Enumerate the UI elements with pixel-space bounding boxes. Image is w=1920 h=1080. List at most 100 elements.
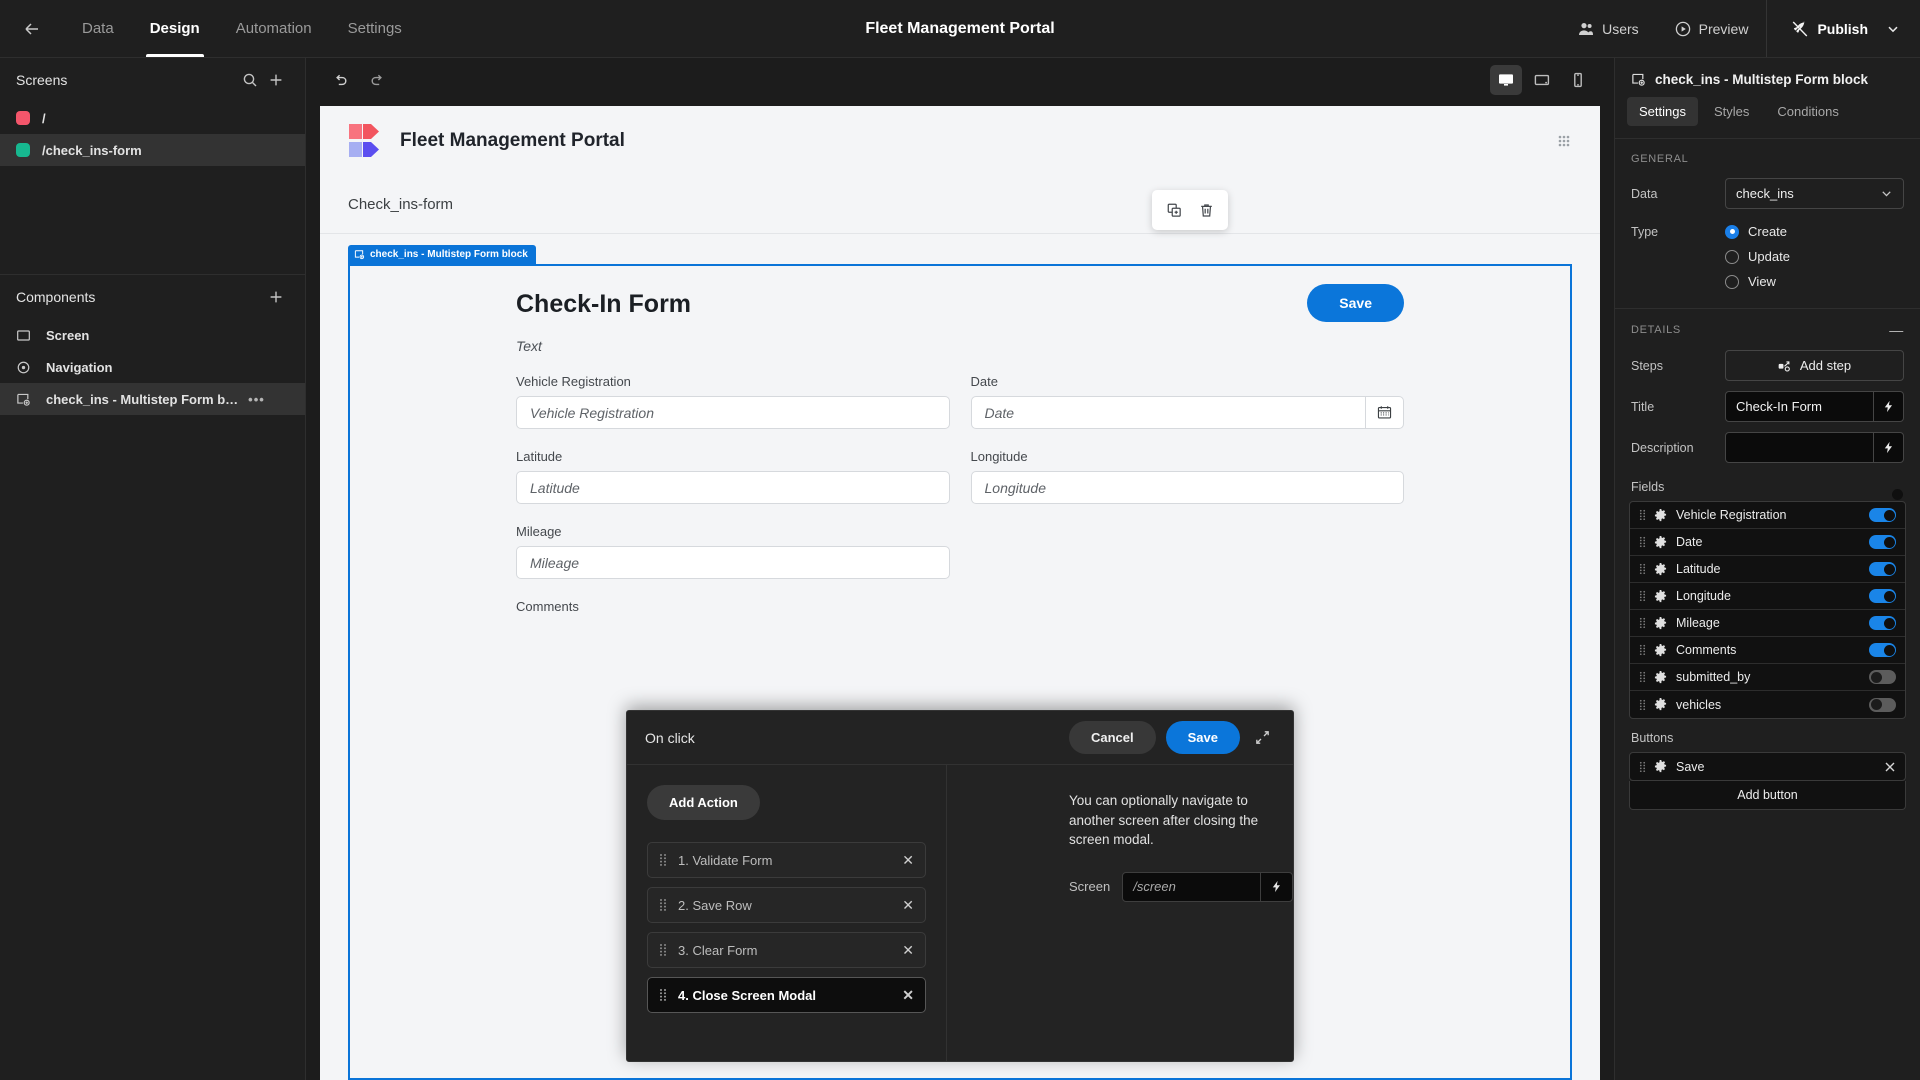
binding-bolt-icon[interactable] — [1873, 433, 1903, 462]
nav-tab-settings[interactable]: Settings — [330, 0, 420, 57]
field-toggle[interactable] — [1869, 697, 1896, 712]
drag-handle-icon[interactable] — [1639, 671, 1646, 683]
tablet-icon[interactable] — [1526, 65, 1558, 95]
drag-handle-icon[interactable] — [1639, 563, 1646, 575]
field-row-date[interactable]: Date — [1630, 529, 1905, 556]
button-row-save[interactable]: Save — [1630, 753, 1905, 780]
nav-tab-design[interactable]: Design — [132, 0, 218, 57]
longitude-input[interactable]: Longitude — [970, 471, 1404, 504]
gear-icon[interactable] — [1654, 670, 1667, 684]
radio-view[interactable] — [1725, 274, 1739, 289]
field-row-mileage[interactable]: Mileage — [1630, 610, 1905, 637]
field-toggle[interactable] — [1869, 589, 1896, 603]
drag-handle-icon[interactable] — [1639, 590, 1646, 602]
action-item-close-screen-modal[interactable]: 4. Close Screen Modal ✕ — [647, 977, 926, 1013]
add-screen-icon[interactable] — [263, 67, 289, 93]
description-field[interactable] — [1725, 432, 1904, 463]
expand-icon[interactable] — [1250, 729, 1275, 746]
delete-icon[interactable] — [1192, 196, 1220, 224]
data-source-select[interactable]: check_ins — [1725, 178, 1904, 209]
field-toggle[interactable] — [1869, 616, 1896, 630]
screen-item-check-ins-form[interactable]: /check_ins-form — [0, 134, 305, 166]
form-save-button[interactable]: Save — [1307, 284, 1404, 322]
field-row-longitude[interactable]: Longitude — [1630, 583, 1905, 610]
field-row-vehicle-registration[interactable]: Vehicle Registration — [1630, 502, 1905, 529]
users-button[interactable]: Users — [1560, 0, 1657, 57]
gear-icon[interactable] — [1654, 589, 1667, 603]
action-item-save-row[interactable]: 2. Save Row ✕ — [647, 887, 926, 923]
field-toggle[interactable] — [1869, 670, 1896, 684]
gear-icon[interactable] — [1654, 508, 1667, 522]
field-toggle[interactable] — [1869, 535, 1896, 549]
drag-handle-icon[interactable] — [659, 943, 667, 957]
mileage-input[interactable]: Mileage — [516, 546, 950, 579]
remove-action-icon[interactable]: ✕ — [902, 897, 914, 914]
calendar-icon[interactable] — [1365, 396, 1403, 429]
title-field[interactable]: Check-In Form — [1725, 391, 1904, 422]
preview-button[interactable]: Preview — [1657, 0, 1767, 57]
component-item-multistep-form-block[interactable]: check_ins - Multistep Form b… ••• — [0, 383, 305, 415]
radio-create[interactable] — [1725, 224, 1739, 239]
search-icon[interactable] — [237, 67, 263, 93]
radio-update[interactable] — [1725, 249, 1739, 264]
vehicle-registration-input[interactable]: Vehicle Registration — [516, 396, 950, 429]
desktop-icon[interactable] — [1490, 65, 1522, 95]
drag-grip-icon[interactable] — [1556, 133, 1572, 149]
gear-icon[interactable] — [1654, 760, 1667, 773]
gear-icon[interactable] — [1654, 535, 1667, 549]
nav-tab-automation[interactable]: Automation — [218, 0, 330, 57]
undo-icon[interactable] — [326, 65, 356, 95]
binding-bolt-icon[interactable] — [1873, 392, 1903, 421]
nav-tab-data[interactable]: Data — [64, 0, 132, 57]
drag-handle-icon[interactable] — [1639, 699, 1646, 711]
remove-action-icon[interactable]: ✕ — [902, 852, 914, 869]
redo-icon[interactable] — [362, 65, 392, 95]
screen-target-input[interactable]: /screen — [1122, 871, 1293, 902]
date-input[interactable]: Date — [970, 396, 1404, 429]
action-item-validate-form[interactable]: 1. Validate Form ✕ — [647, 842, 926, 878]
gear-icon[interactable] — [1654, 562, 1667, 576]
gear-icon[interactable] — [1654, 643, 1667, 657]
drag-handle-icon[interactable] — [1639, 644, 1646, 656]
screen-item-root[interactable]: / — [0, 102, 305, 134]
component-item-navigation[interactable]: Navigation — [0, 351, 305, 383]
back-button[interactable] — [0, 0, 64, 57]
add-component-icon[interactable] — [263, 284, 289, 310]
field-row-submitted-by[interactable]: submitted_by — [1630, 664, 1905, 691]
duplicate-icon[interactable] — [1160, 196, 1188, 224]
remove-action-icon[interactable]: ✕ — [902, 942, 914, 959]
add-action-button[interactable]: Add Action — [647, 785, 760, 820]
mobile-icon[interactable] — [1562, 65, 1594, 95]
drawer-save-button[interactable]: Save — [1165, 721, 1240, 754]
field-row-latitude[interactable]: Latitude — [1630, 556, 1905, 583]
add-button[interactable]: Add button — [1629, 781, 1906, 810]
tab-conditions[interactable]: Conditions — [1765, 97, 1850, 126]
field-row-vehicles[interactable]: vehicles — [1630, 691, 1905, 718]
drag-handle-icon[interactable] — [659, 853, 667, 867]
remove-button-icon[interactable] — [1884, 761, 1896, 773]
component-overflow-menu-icon[interactable]: ••• — [248, 392, 265, 407]
tab-settings[interactable]: Settings — [1627, 97, 1698, 126]
remove-action-icon[interactable]: ✕ — [902, 987, 914, 1004]
collapse-details-icon[interactable]: — — [1889, 323, 1904, 337]
selected-block-tag[interactable]: check_ins - Multistep Form block — [348, 245, 536, 264]
latitude-input[interactable]: Latitude — [516, 471, 950, 504]
drag-handle-icon[interactable] — [1639, 536, 1646, 548]
drag-handle-icon[interactable] — [659, 988, 667, 1002]
add-step-button[interactable]: Add step — [1725, 350, 1904, 381]
tab-styles[interactable]: Styles — [1702, 97, 1761, 126]
component-item-screen[interactable]: Screen — [0, 319, 305, 351]
binding-bolt-icon[interactable] — [1260, 872, 1292, 901]
gear-icon[interactable] — [1654, 698, 1667, 711]
chevron-down-icon[interactable] — [1886, 22, 1914, 36]
field-toggle[interactable] — [1869, 508, 1896, 522]
action-item-clear-form[interactable]: 3. Clear Form ✕ — [647, 932, 926, 968]
field-row-comments[interactable]: Comments — [1630, 637, 1905, 664]
drag-handle-icon[interactable] — [659, 898, 667, 912]
drag-handle-icon[interactable] — [1639, 617, 1646, 629]
drag-handle-icon[interactable] — [1639, 509, 1646, 521]
field-toggle[interactable] — [1869, 643, 1896, 657]
field-toggle[interactable] — [1869, 562, 1896, 576]
gear-icon[interactable] — [1654, 616, 1667, 630]
drag-handle-icon[interactable] — [1639, 761, 1646, 773]
